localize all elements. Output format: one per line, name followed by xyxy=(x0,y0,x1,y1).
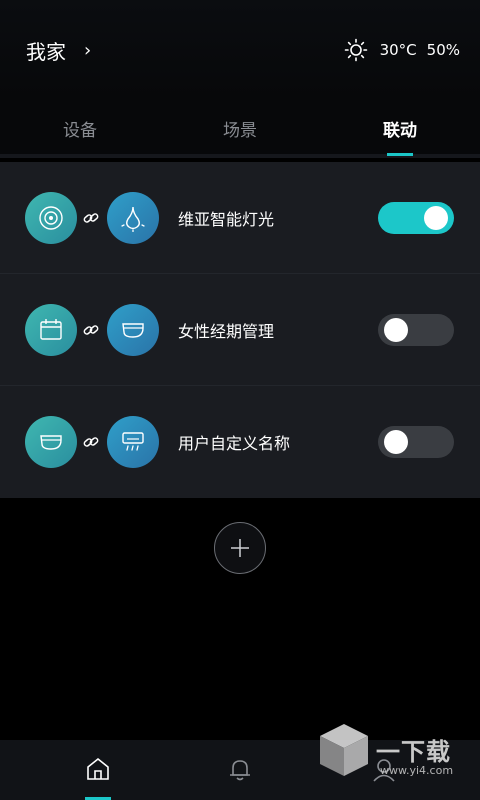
air-conditioner-icon xyxy=(107,416,159,468)
toilet-icon xyxy=(25,416,77,468)
sensor-icon xyxy=(25,192,77,244)
list-item[interactable]: 用户自定义名称 xyxy=(0,386,480,498)
toggle-knob xyxy=(424,206,448,230)
watermark-url: www.yi4.com xyxy=(380,764,454,777)
header: 我家 › 30°C 50% xyxy=(0,0,480,100)
linkage-name: 用户自定义名称 xyxy=(178,434,291,453)
linkage-toggle[interactable] xyxy=(378,426,454,458)
cube-logo-icon xyxy=(320,724,368,776)
list-item[interactable]: 维亚智能灯光 xyxy=(0,162,480,274)
tab-linkage[interactable]: 联动 xyxy=(320,116,480,141)
linkage-list: 维亚智能灯光 女性经期管理 用户自定义名称 xyxy=(0,162,480,498)
calendar-icon xyxy=(25,304,77,356)
toggle-knob xyxy=(384,318,408,342)
linkage-name: 女性经期管理 xyxy=(178,322,275,341)
home-title: 我家 xyxy=(26,40,66,64)
watermark-text: 一下载 xyxy=(376,738,451,766)
tab-bar: 设备 场景 联动 xyxy=(0,100,480,158)
linkage-toggle[interactable] xyxy=(378,202,454,234)
light-bulb-icon xyxy=(107,192,159,244)
link-icon xyxy=(83,325,99,335)
sun-icon xyxy=(344,38,367,62)
home-icon[interactable] xyxy=(85,756,111,782)
home-selector[interactable]: 我家 › xyxy=(26,36,91,65)
plus-icon xyxy=(231,539,249,557)
tab-scenes[interactable]: 场景 xyxy=(160,116,320,141)
temperature: 30°C xyxy=(379,41,417,59)
bell-icon[interactable] xyxy=(227,756,253,782)
tab-devices[interactable]: 设备 xyxy=(0,116,160,141)
chevron-right-icon: › xyxy=(84,40,92,61)
toggle-knob xyxy=(384,430,408,454)
toilet-icon xyxy=(107,304,159,356)
add-linkage-button[interactable] xyxy=(214,522,266,574)
weather-info: 30°C 50% xyxy=(344,38,460,62)
list-item[interactable]: 女性经期管理 xyxy=(0,274,480,386)
active-tab-indicator xyxy=(387,153,413,156)
link-icon xyxy=(83,213,99,223)
linkage-name: 维亚智能灯光 xyxy=(178,210,275,229)
watermark: 一下载 www.yi4.com xyxy=(318,720,468,790)
humidity: 50% xyxy=(426,41,460,59)
linkage-toggle[interactable] xyxy=(378,314,454,346)
link-icon xyxy=(83,437,99,447)
